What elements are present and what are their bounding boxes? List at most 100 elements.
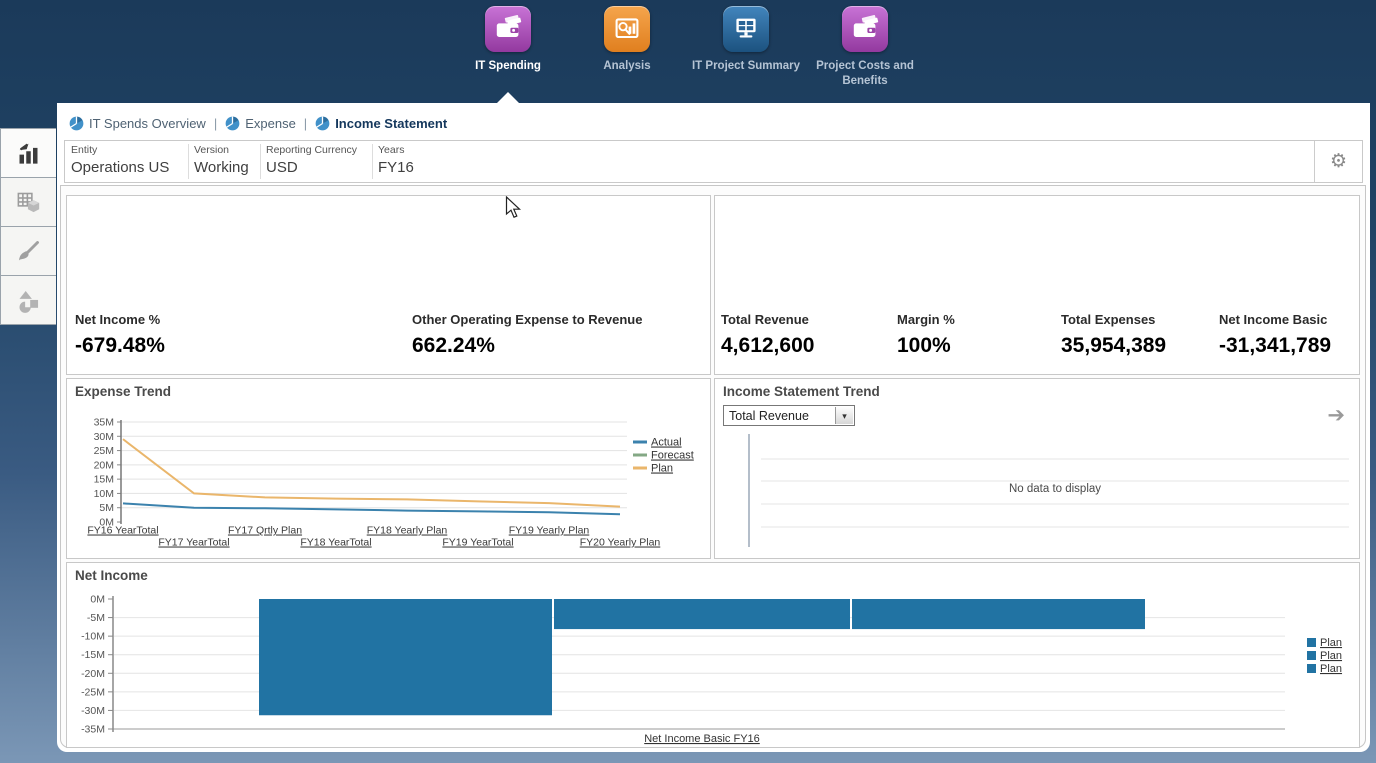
y-tick-label: 10M	[94, 488, 114, 500]
y-tick-label: 5M	[99, 502, 114, 514]
pov-separator	[188, 144, 189, 179]
breadcrumb-label: Income Statement	[335, 116, 447, 131]
sidebar-tab-shapes-view[interactable]	[0, 275, 56, 325]
sidebar	[0, 128, 57, 325]
expense-trend-chart: 0M5M10M15M20M25M30M35MActualForecastPlan…	[67, 379, 710, 558]
y-tick-label: 30M	[94, 431, 114, 443]
pov-label: Years	[378, 144, 414, 156]
pov-value-version[interactable]: Working	[194, 159, 249, 176]
breadcrumb-item-it-spends-overview[interactable]: IT Spends Overview	[69, 116, 206, 131]
y-tick-label: -35M	[81, 724, 105, 736]
kpi-value: 35,954,389	[1061, 334, 1166, 358]
top-navigation: IT Spending Analysis IT	[0, 0, 1376, 103]
legend-item-plan[interactable]: Plan	[1320, 637, 1342, 649]
y-tick-label: -10M	[81, 631, 105, 643]
wallet-icon	[485, 6, 531, 52]
pie-chart-icon	[69, 116, 84, 131]
y-tick-label: -20M	[81, 668, 105, 680]
expense-trend-panel: Expense Trend 0M5M10M15M20M25M30M35MActu…	[66, 378, 711, 559]
pov-value-entity[interactable]: Operations US	[71, 159, 169, 176]
x-axis-label[interactable]: Net Income Basic FY16	[644, 733, 760, 745]
monitor-icon	[723, 6, 769, 52]
kpi-label: Total Revenue	[721, 312, 809, 327]
kpi-value: -31,341,789	[1219, 334, 1331, 358]
legend-item-forecast[interactable]: Forecast	[651, 450, 694, 462]
nav-item-project-costs-benefits[interactable]: Project Costs and Benefits	[795, 6, 935, 89]
breadcrumb-separator: |	[304, 116, 307, 131]
gear-icon[interactable]: ⚙	[1314, 141, 1362, 182]
pov-label: Entity	[71, 144, 169, 156]
legend-item-plan[interactable]: Plan	[1320, 650, 1342, 662]
legend-item-plan[interactable]: Plan	[651, 463, 673, 475]
application-window: { "header": { "items": [ {"label": "IT S…	[0, 0, 1376, 763]
pov-separator	[372, 144, 373, 179]
y-tick-label: -25M	[81, 686, 105, 698]
pov-bar: Entity Operations US Version Working Rep…	[64, 140, 1363, 183]
kpi-tile-totals: Total Revenue 4,612,600 Margin % 100% To…	[714, 195, 1360, 375]
x-axis-label[interactable]: FY20 Yearly Plan	[580, 537, 661, 549]
shapes-icon	[15, 287, 42, 314]
kpi-label: Net Income Basic	[1219, 312, 1327, 327]
kpi-tile-ratios: Net Income % -679.48% Other Operating Ex…	[66, 195, 711, 375]
series-line-plan	[123, 439, 620, 506]
net-income-chart: 0M-5M-10M-15M-20M-25M-30M-35MNet Income …	[67, 563, 1359, 747]
pov-field-version: Version Working	[194, 144, 249, 176]
breadcrumb-label: Expense	[245, 116, 296, 131]
nav-label: Project Costs and Benefits	[795, 59, 935, 89]
pov-label: Version	[194, 144, 249, 156]
kpi-value: 100%	[897, 334, 951, 358]
kpi-label: Margin %	[897, 312, 955, 327]
kpi-value: -679.48%	[75, 334, 165, 358]
y-tick-label: -30M	[81, 705, 105, 717]
x-axis-label[interactable]: FY18 Yearly Plan	[367, 525, 448, 537]
paintbrush-icon	[15, 238, 42, 265]
breadcrumb-item-expense[interactable]: Expense	[225, 116, 296, 131]
kpi-label: Net Income %	[75, 312, 160, 327]
sidebar-tab-format-view[interactable]	[0, 226, 56, 276]
y-tick-label: 25M	[94, 445, 114, 457]
breadcrumb-label: IT Spends Overview	[89, 116, 206, 131]
pov-value-reporting-currency[interactable]: USD	[266, 159, 357, 176]
sidebar-tab-charts-view[interactable]	[0, 128, 56, 178]
analysis-icon	[604, 6, 650, 52]
nav-item-analysis[interactable]: Analysis	[577, 6, 677, 74]
x-axis-label[interactable]: FY17 YearTotal	[158, 537, 229, 549]
bar-plan-1[interactable]	[554, 599, 850, 629]
pie-chart-icon	[315, 116, 330, 131]
pov-separator	[260, 144, 261, 179]
kpi-value: 4,612,600	[721, 334, 814, 358]
content-panel: IT Spends Overview | Expense | Income St…	[57, 103, 1370, 752]
pov-field-reporting-currency: Reporting Currency USD	[266, 144, 357, 176]
y-tick-label: -15M	[81, 649, 105, 661]
pov-field-years: Years FY16	[378, 144, 414, 176]
pie-chart-icon	[225, 116, 240, 131]
breadcrumb-item-income-statement[interactable]: Income Statement	[315, 116, 447, 131]
sidebar-tab-grid-view[interactable]	[0, 177, 56, 227]
grid-cube-icon	[15, 189, 42, 216]
legend-item-actual[interactable]: Actual	[651, 437, 682, 449]
x-axis-label[interactable]: FY19 YearTotal	[442, 537, 513, 549]
breadcrumb-separator: |	[214, 116, 217, 131]
y-tick-label: 35M	[94, 417, 114, 429]
x-axis-label[interactable]: FY16 YearTotal	[87, 525, 158, 537]
pov-field-entity: Entity Operations US	[71, 144, 169, 176]
x-axis-label[interactable]: FY19 Yearly Plan	[509, 525, 590, 537]
nav-item-it-project-summary[interactable]: IT Project Summary	[686, 6, 806, 74]
nav-item-it-spending[interactable]: IT Spending	[458, 6, 558, 74]
kpi-value: 662.24%	[412, 334, 495, 358]
income-statement-trend-panel: Income Statement Trend Total Revenue ▾ ➔…	[714, 378, 1360, 559]
x-axis-label[interactable]: FY17 Qrtly Plan	[228, 525, 302, 537]
y-tick-label: -5M	[87, 612, 105, 624]
bar-plan-2[interactable]	[852, 599, 1145, 629]
x-axis-label[interactable]: FY18 YearTotal	[300, 537, 371, 549]
nav-label: Analysis	[577, 59, 677, 74]
income-statement-trend-chart	[715, 379, 1359, 558]
legend-item-plan[interactable]: Plan	[1320, 663, 1342, 675]
nav-label: IT Spending	[458, 59, 558, 74]
y-tick-label: 20M	[94, 459, 114, 471]
breadcrumb: IT Spends Overview | Expense | Income St…	[69, 112, 447, 134]
bar-plan-0[interactable]	[259, 599, 552, 715]
pov-label: Reporting Currency	[266, 144, 357, 156]
pov-value-years[interactable]: FY16	[378, 159, 414, 176]
y-tick-label: 15M	[94, 474, 114, 486]
